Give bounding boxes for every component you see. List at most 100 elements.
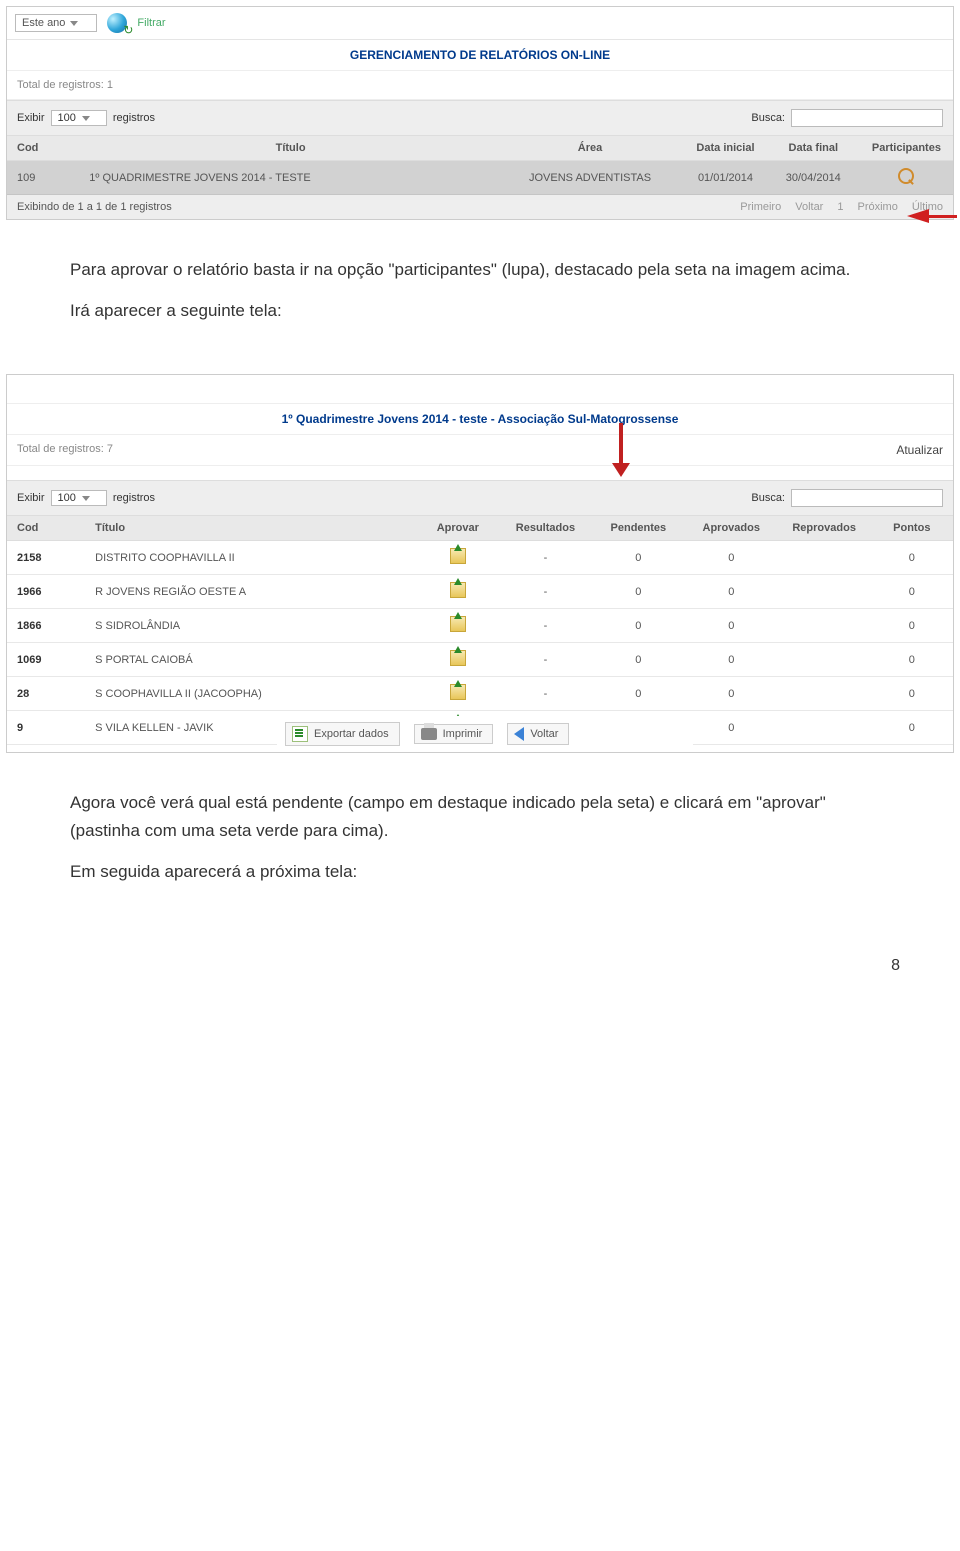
cell-pendentes: 0 [592,609,685,643]
cell-titulo: R JOVENS REGIÃO OESTE A [85,575,417,609]
page-size-select[interactable]: 100 [51,490,107,506]
cell-reprovados [778,541,871,575]
cell-resultados: - [499,575,592,609]
screenshot-participants: 1º Quadrimestre Jovens 2014 - teste - As… [6,374,954,753]
cell-reprovados [778,711,871,745]
approve-folder-up-icon[interactable] [450,582,466,598]
chevron-down-icon [82,496,90,501]
export-button[interactable]: Exportar dados [285,722,400,746]
screenshot-reports-management: Este ano Filtrar GERENCIAMENTO DE RELATÓ… [6,6,954,220]
section-title: 1º Quadrimestre Jovens 2014 - teste - As… [7,404,953,435]
table-header-row: Cod Título Aprovar Resultados Pendentes … [7,516,953,541]
cell-aprovados: 0 [685,677,778,711]
page-size-value: 100 [58,492,76,504]
col-participantes[interactable]: Participantes [860,136,953,161]
back-arrow-icon [514,727,524,741]
pager-next[interactable]: Próximo [857,201,897,213]
page-number: 8 [0,929,960,975]
cell-aprovar [417,575,499,609]
show-suffix: registros [113,112,155,124]
col-data-inicial[interactable]: Data inicial [684,136,767,161]
table-row: 1866S SIDROLÂNDIA-000 [7,609,953,643]
back-label: Voltar [530,728,558,740]
search-input[interactable] [791,109,943,127]
print-label: Imprimir [443,728,483,740]
approve-folder-up-icon[interactable] [450,548,466,564]
col-titulo[interactable]: Título [85,136,496,161]
cell-data-inicial: 01/01/2014 [684,161,767,195]
narrative-text: Em seguida aparecerá a próxima tela: [70,858,890,885]
col-aprovar[interactable]: Aprovar [417,516,499,541]
table-row: 1966R JOVENS REGIÃO OESTE A-000 [7,575,953,609]
filter-link[interactable]: Filtrar [137,17,165,29]
refresh-globe-icon[interactable] [107,13,127,33]
approve-folder-up-icon[interactable] [450,616,466,632]
export-icon [292,726,308,742]
approve-folder-up-icon[interactable] [450,650,466,666]
search-input[interactable] [791,489,943,507]
back-button[interactable]: Voltar [507,723,569,745]
cell-cod: 1966 [7,575,85,609]
approve-folder-up-icon[interactable] [450,684,466,700]
col-resultados[interactable]: Resultados [499,516,592,541]
col-data-final[interactable]: Data final [767,136,860,161]
col-aprovados[interactable]: Aprovados [685,516,778,541]
narrative-text: Irá aparecer a seguinte tela: [70,297,890,324]
cell-cod: 9 [7,711,85,745]
show-label: Exibir [17,112,45,124]
cell-pontos: 0 [871,711,953,745]
page-size-value: 100 [58,112,76,124]
cell-resultados: - [499,643,592,677]
toolbar: Este ano Filtrar [7,7,953,40]
section-title: GERENCIAMENTO DE RELATÓRIOS ON-LINE [7,40,953,71]
col-cod[interactable]: Cod [7,516,85,541]
cell-pontos: 0 [871,609,953,643]
pager-page[interactable]: 1 [837,201,843,213]
col-area[interactable]: Área [496,136,684,161]
pager-prev[interactable]: Voltar [795,201,823,213]
cell-titulo: S SIDROLÂNDIA [85,609,417,643]
cell-titulo: S PORTAL CAIOBÁ [85,643,417,677]
cell-pontos: 0 [871,541,953,575]
cell-aprovados: 0 [685,541,778,575]
cell-aprovados: 0 [685,575,778,609]
narrative-block-1: Para aprovar o relatório basta ir na opç… [0,226,960,368]
cell-cod: 28 [7,677,85,711]
col-cod[interactable]: Cod [7,136,85,161]
export-label: Exportar dados [314,728,389,740]
table-row: 109 1º QUADRIMESTRE JOVENS 2014 - TESTE … [7,161,953,195]
col-titulo[interactable]: Título [85,516,417,541]
col-pendentes[interactable]: Pendentes [592,516,685,541]
cell-cod: 109 [7,161,85,195]
col-pontos[interactable]: Pontos [871,516,953,541]
narrative-text: Para aprovar o relatório basta ir na opç… [70,256,890,283]
cell-pontos: 0 [871,677,953,711]
page-size-select[interactable]: 100 [51,110,107,126]
print-button[interactable]: Imprimir [414,724,494,744]
period-select[interactable]: Este ano [15,14,97,32]
cell-aprovar [417,541,499,575]
chevron-down-icon [70,21,78,26]
cell-reprovados [778,609,871,643]
cell-aprovar [417,609,499,643]
magnifier-icon[interactable] [898,168,914,184]
cell-aprovados: 0 [685,609,778,643]
table-row: 1069S PORTAL CAIOBÁ-000 [7,643,953,677]
cell-participantes [860,161,953,195]
cell-area: JOVENS ADVENTISTAS [496,161,684,195]
refresh-link[interactable]: Atualizar [896,443,943,457]
narrative-block-2: Agora você verá qual está pendente (camp… [0,759,960,929]
period-select-value: Este ano [22,17,65,29]
cell-resultados: - [499,677,592,711]
cell-aprovar [417,643,499,677]
cell-cod: 1866 [7,609,85,643]
col-reprovados[interactable]: Reprovados [778,516,871,541]
annotation-red-arrow-down [612,423,630,477]
cell-pendentes: 0 [592,677,685,711]
cell-resultados: - [499,541,592,575]
table-row: 28S COOPHAVILLA II (JACOOPHA)-000 [7,677,953,711]
cell-aprovados: 0 [685,643,778,677]
pager-first[interactable]: Primeiro [740,201,781,213]
total-registros-label: Total de registros: 7 [17,443,113,457]
table-row: 2158DISTRITO COOPHAVILLA II-000 [7,541,953,575]
